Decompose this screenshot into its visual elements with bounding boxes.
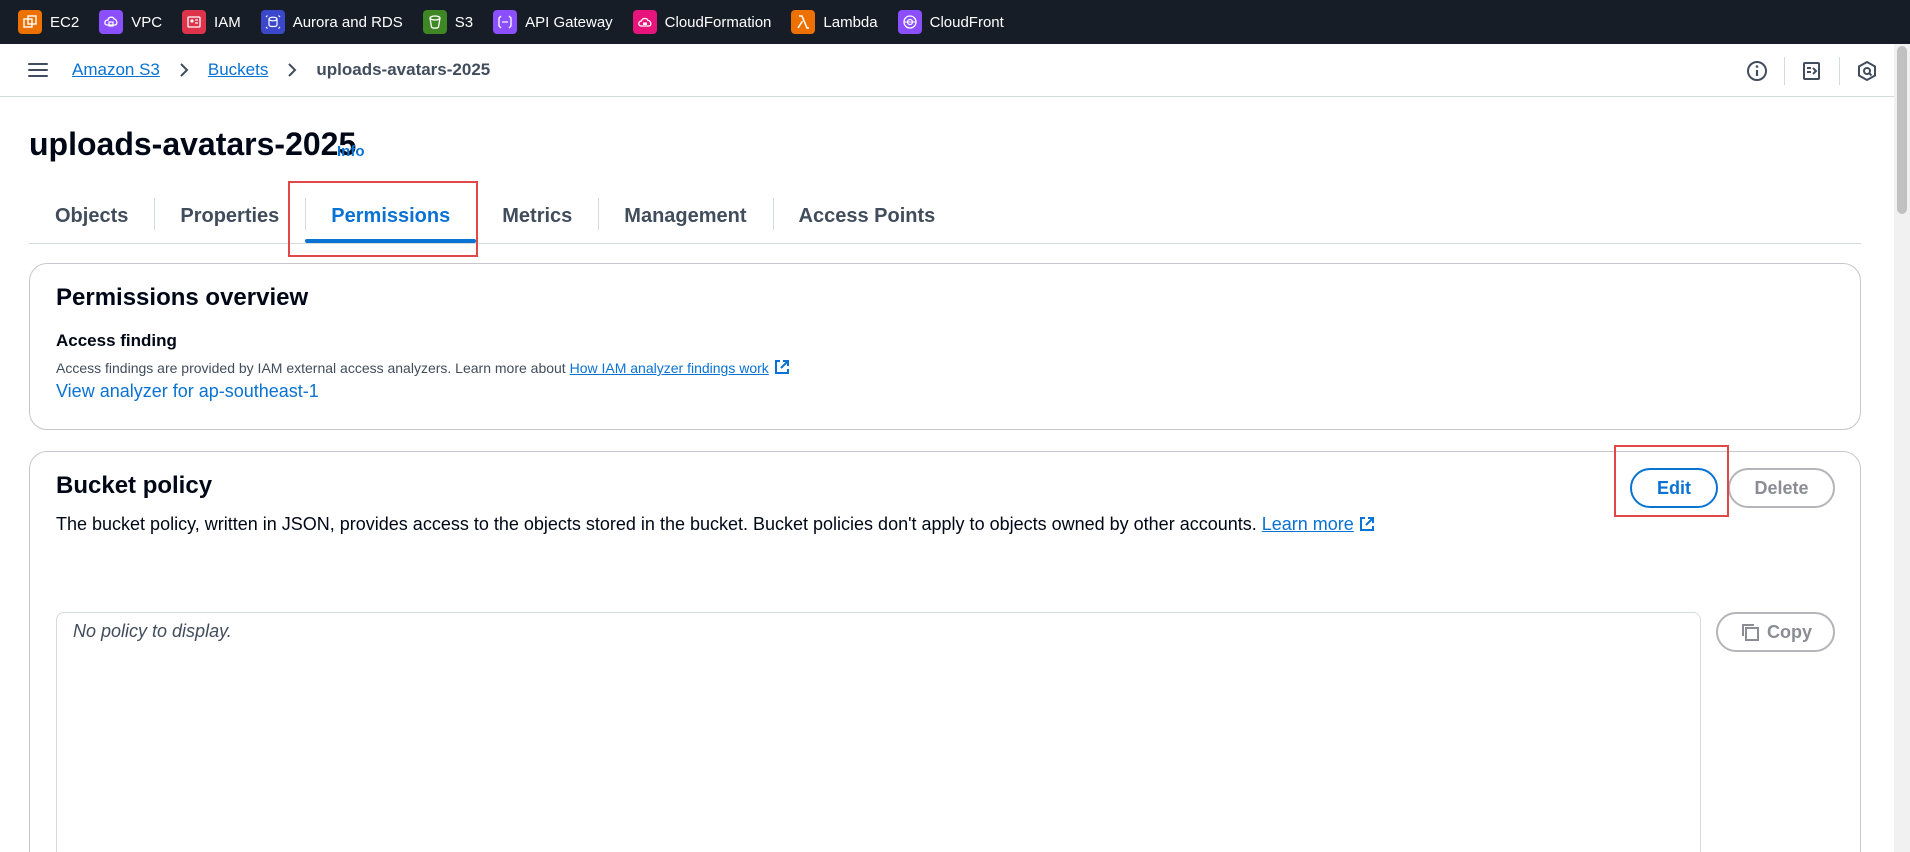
service-shortcut-label: API Gateway: [525, 13, 613, 31]
tab-metrics[interactable]: Metrics: [476, 190, 598, 243]
s3-icon: [422, 10, 447, 34]
lambda-icon: [791, 10, 816, 34]
service-shortcut-api-gateway[interactable]: API Gateway: [493, 10, 613, 34]
bucket-policy-text: The bucket policy, written in JSON, prov…: [56, 514, 1262, 534]
iam-icon: [182, 10, 207, 34]
scrollbar-thumb[interactable]: [1897, 46, 1907, 214]
access-finding-description: Access findings are provided by IAM exte…: [56, 358, 791, 376]
service-shortcut-aurora-rds[interactable]: Aurora and RDS: [260, 10, 403, 34]
security-panel-icon[interactable]: [1840, 44, 1894, 97]
service-shortcut-label: EC2: [50, 13, 80, 31]
tab-management[interactable]: Management: [598, 190, 772, 243]
cloudfront-icon: [897, 10, 922, 34]
tab-access-points[interactable]: Access Points: [772, 190, 962, 243]
copy-icon: [1742, 624, 1759, 641]
chevron-right-icon: [288, 63, 297, 77]
service-shortcut-cloudfront[interactable]: CloudFront: [897, 10, 1004, 34]
external-link-icon: [774, 360, 789, 374]
external-link-icon: [1359, 517, 1374, 531]
breadcrumb-current: uploads-avatars-2025: [316, 60, 491, 79]
header-tools: [1730, 44, 1894, 97]
delete-button[interactable]: Delete: [1728, 468, 1835, 508]
menu-icon[interactable]: [28, 60, 48, 80]
page-title: uploads-avatars-2025: [29, 126, 357, 162]
policy-viewer: No policy to display.: [56, 612, 1701, 852]
service-shortcut-label: CloudFront: [929, 13, 1004, 31]
access-finding-label: Access finding: [56, 331, 177, 350]
breadcrumb-link-buckets[interactable]: Buckets: [208, 60, 268, 80]
tab-properties[interactable]: Properties: [154, 190, 305, 243]
view-analyzer-link[interactable]: View analyzer for ap-southeast-1: [56, 381, 319, 402]
policy-empty-text: No policy to display.: [73, 621, 232, 641]
info-link[interactable]: Info: [337, 143, 365, 160]
service-shortcut-bar: EC2 VPC IAM Aurora and RDS S3 API Gatewa…: [0, 0, 1910, 44]
bucket-tabs: Objects Properties Permissions Metrics M…: [29, 190, 1861, 244]
service-shortcut-lambda[interactable]: Lambda: [791, 10, 878, 34]
bucket-policy-description: The bucket policy, written in JSON, prov…: [56, 514, 1376, 535]
breadcrumb: Amazon S3 Buckets uploads-avatars-2025: [72, 59, 490, 81]
permissions-overview-heading: Permissions overview: [56, 284, 309, 311]
breadcrumb-header: Amazon S3 Buckets uploads-avatars-2025: [0, 44, 1894, 97]
service-shortcut-label: CloudFormation: [664, 13, 772, 31]
tutorial-panel-icon[interactable]: [1785, 44, 1839, 97]
learn-more-link[interactable]: Learn more: [1262, 514, 1354, 534]
tab-permissions[interactable]: Permissions: [305, 190, 477, 243]
service-shortcut-label: Lambda: [823, 13, 878, 31]
tab-objects[interactable]: Objects: [29, 190, 154, 243]
vpc-icon: [99, 10, 124, 34]
service-shortcut-label: S3: [454, 13, 474, 31]
service-shortcut-iam[interactable]: IAM: [182, 10, 241, 34]
bucket-policy-heading: Bucket policy: [56, 472, 213, 499]
access-finding-text: Access findings are provided by IAM exte…: [56, 360, 570, 376]
service-shortcut-ec2[interactable]: EC2: [18, 10, 79, 34]
service-shortcut-label: VPC: [131, 13, 163, 31]
ec2-icon: [18, 10, 42, 34]
copy-button[interactable]: Copy: [1716, 612, 1835, 652]
iam-analyzer-findings-link[interactable]: How IAM analyzer findings work: [570, 360, 769, 376]
service-shortcut-vpc[interactable]: VPC: [99, 10, 162, 34]
service-shortcut-label: IAM: [214, 13, 241, 31]
breadcrumb-link-amazon-s3[interactable]: Amazon S3: [72, 60, 160, 80]
info-panel-icon[interactable]: [1730, 44, 1784, 97]
chevron-right-icon: [180, 63, 189, 77]
cloudformation-icon: [632, 10, 657, 34]
service-shortcut-cloudformation[interactable]: CloudFormation: [632, 10, 772, 34]
service-shortcut-label: Aurora and RDS: [292, 13, 403, 31]
edit-button[interactable]: Edit: [1630, 468, 1718, 508]
rds-icon: [260, 10, 285, 34]
service-shortcut-s3[interactable]: S3: [422, 10, 474, 34]
api-gateway-icon: [493, 10, 518, 34]
copy-button-label: Copy: [1767, 621, 1812, 642]
